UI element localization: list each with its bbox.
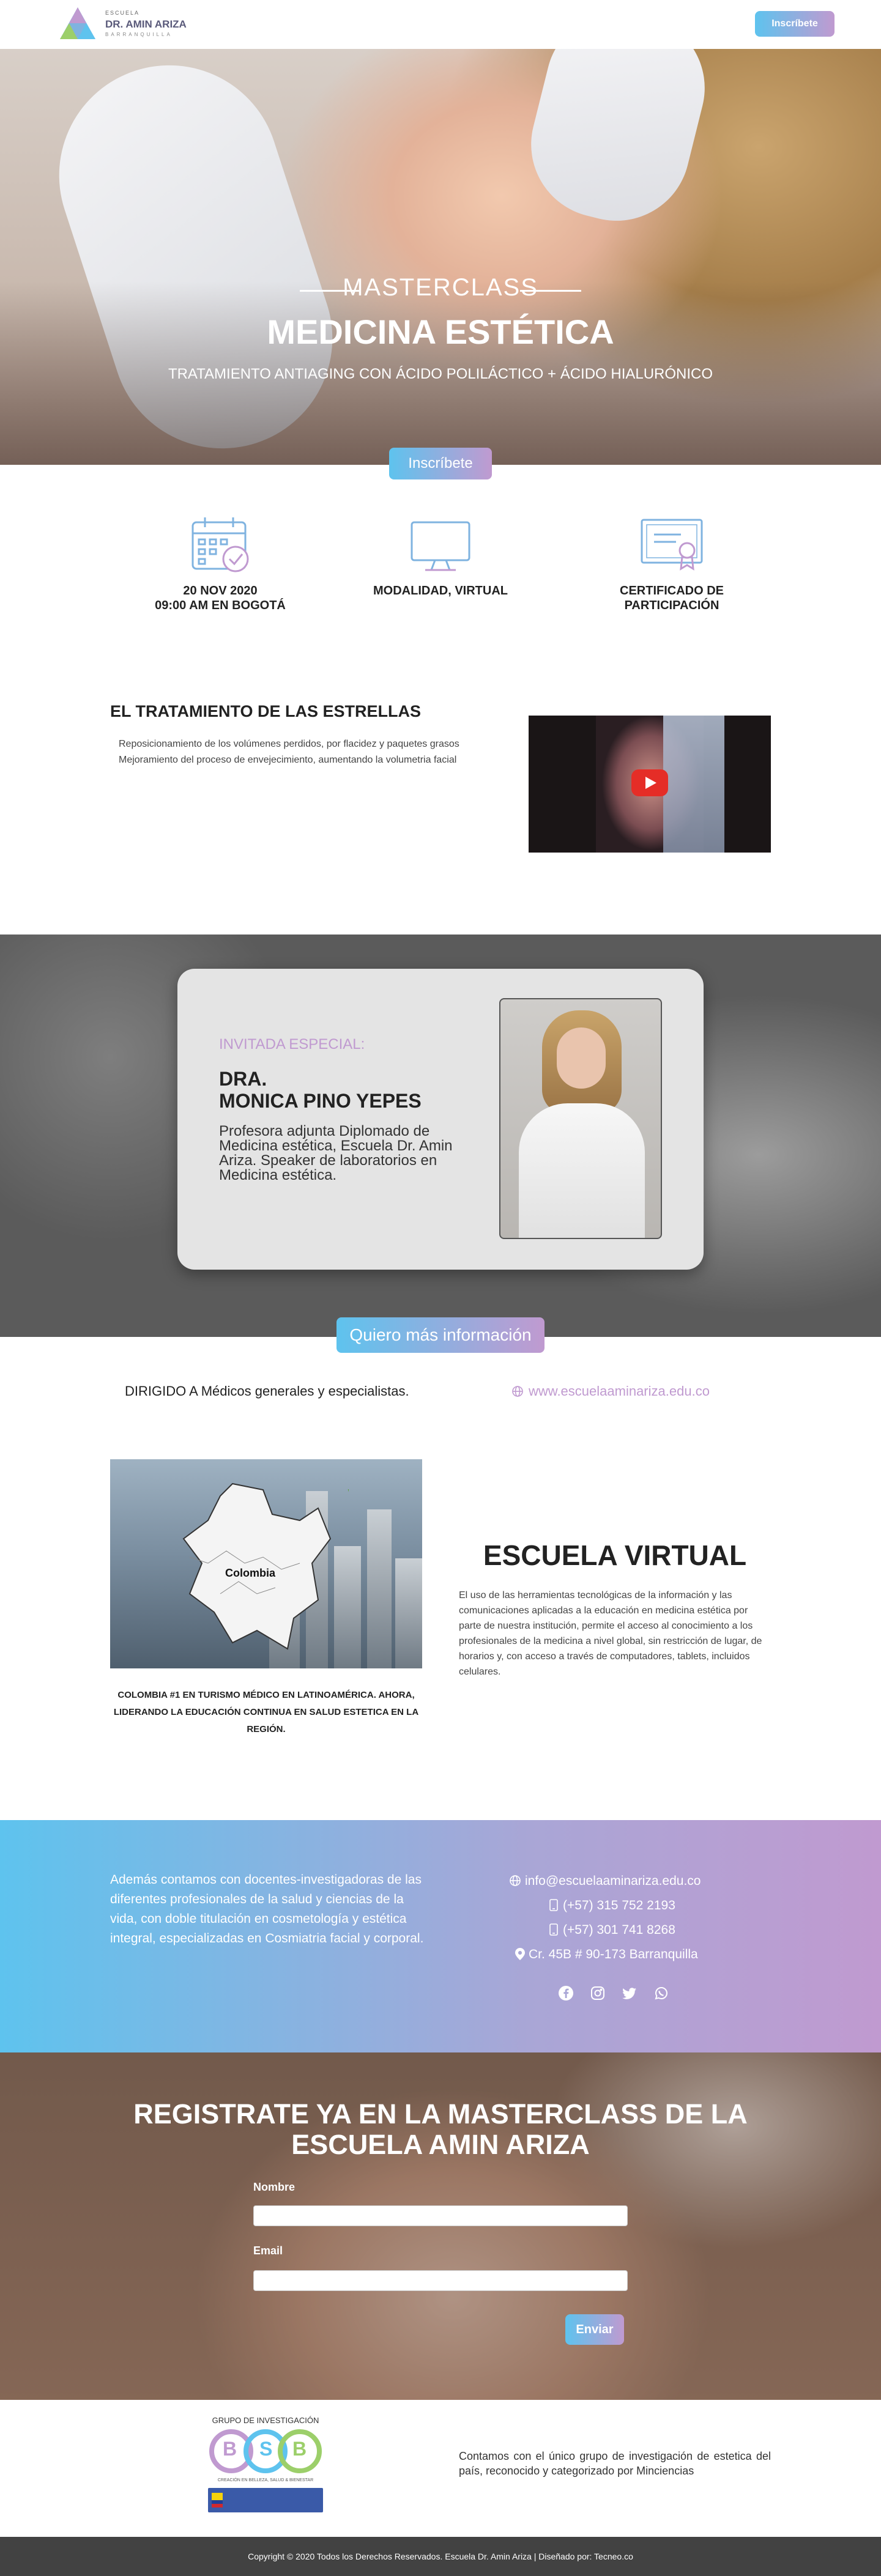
virtual-school-title: ESCUELA VIRTUAL — [483, 1539, 747, 1571]
research-group-text: Contamos con el único grupo de investiga… — [459, 2450, 771, 2477]
logo-main-text: DR. AMIN ARIZA — [105, 18, 187, 30]
bsb-tagline: CREACIÓN EN BELLEZA, SALUD & BIENESTAR — [217, 2478, 314, 2482]
whatsapp-icon[interactable] — [653, 1985, 669, 2001]
twitter-icon[interactable] — [622, 1985, 638, 2001]
treatment-item: Reposicionamiento de los volúmenes perdi… — [119, 739, 459, 749]
contact-address[interactable]: Cr. 45B # 90-173 Barranquilla — [515, 1947, 698, 1962]
contact-phone-1[interactable]: (+57) 315 752 2193 — [549, 1898, 675, 1913]
video-thumbnail-glove — [663, 716, 724, 853]
research-group-title: GRUPO DE INVESTIGACIÓN — [212, 2416, 319, 2425]
feature-date: 20 NOV 2020 09:00 AM EN BOGOTÁ — [122, 514, 318, 613]
contact-phone-2[interactable]: (+57) 301 741 8268 — [549, 1923, 675, 1938]
facebook-icon[interactable] — [558, 1985, 574, 2001]
register-title-line1: REGISTRATE YA EN LA MASTERCLASS DE LA — [133, 2098, 748, 2130]
instagram-icon[interactable] — [590, 1985, 606, 2001]
feature-modality-label: MODALIDAD, VIRTUAL — [373, 584, 508, 598]
guest-name-full: MONICA PINO YEPES — [219, 1090, 422, 1112]
logo[interactable]: ESCUELA DR. AMIN ARIZA BARRANQUILLA — [59, 6, 187, 42]
name-label: Nombre — [253, 2181, 296, 2193]
feature-date-line1: 20 NOV 2020 — [183, 584, 258, 598]
feature-certificate-line2: PARTICIPACIÓN — [624, 599, 719, 612]
mobile-phone-icon — [549, 1923, 558, 1936]
research-group-logo: GRUPO DE INVESTIGACIÓN B S B CREACIÓN EN… — [204, 2416, 327, 2520]
register-title-line2: ESCUELA AMIN ARIZA — [291, 2129, 590, 2160]
contact-email-text: info@escuelaaminariza.edu.co — [525, 1874, 701, 1888]
website-link-text: www.escuelaaminariza.edu.co — [529, 1383, 710, 1399]
site-footer: Copyright © 2020 Todos los Derechos Rese… — [0, 2537, 881, 2576]
play-icon[interactable] — [631, 769, 668, 796]
more-info-button[interactable]: Quiero más información — [336, 1317, 545, 1353]
bsb-letter-b1: B — [223, 2438, 237, 2460]
hero-subtitle: TRATAMIENTO ANTIAGING CON ÁCIDO POLILÁCT… — [168, 366, 713, 382]
treatment-list: Reposicionamiento de los volúmenes perdi… — [119, 736, 498, 768]
guest-name: DRA. MONICA PINO YEPES — [219, 1068, 422, 1112]
logo-small-text: ESCUELA — [105, 10, 140, 16]
mobile-phone-icon — [549, 1899, 558, 1911]
hero-banner — [0, 49, 881, 465]
building — [395, 1558, 422, 1668]
contact-phone-1-text: (+57) 315 752 2193 — [563, 1898, 675, 1912]
feature-date-line2: 09:00 AM EN BOGOTÁ — [155, 599, 286, 612]
hero-signup-button[interactable]: Inscríbete — [389, 448, 492, 479]
feature-modality: MODALIDAD, VIRTUAL — [343, 514, 538, 598]
contact-description: Además contamos con docentes-investigado… — [110, 1873, 424, 1945]
video-player[interactable] — [529, 716, 771, 853]
certificate-icon — [641, 519, 703, 571]
map-marker-icon — [515, 1948, 525, 1960]
name-field[interactable] — [253, 2205, 628, 2226]
guest-bio: Profesora adjunta Diplomado de Medicina … — [219, 1123, 453, 1183]
map-country-label: Colombia — [225, 1567, 276, 1579]
guest-photo-coat — [519, 1103, 645, 1238]
colombia-map-icon — [182, 1482, 349, 1650]
bsb-letter-s: S — [259, 2438, 273, 2460]
globe-icon — [510, 1875, 521, 1886]
hero-line-right — [520, 290, 581, 292]
feature-certificate: CERTIFICADO DE PARTICIPACIÓN — [574, 514, 770, 613]
guest-photo — [499, 998, 662, 1239]
hero-title: MEDICINA ESTÉTICA — [267, 313, 614, 351]
calendar-check-icon — [191, 517, 249, 572]
site-header: ESCUELA DR. AMIN ARIZA BARRANQUILLA Insc… — [0, 0, 881, 49]
treatment-item: Mejoramiento del proceso de envejecimien… — [119, 755, 457, 765]
submit-button[interactable]: Enviar — [565, 2314, 624, 2345]
bsb-letter-b2: B — [292, 2438, 307, 2460]
colombia-flag-icon — [212, 2493, 223, 2508]
feature-certificate-line1: CERTIFICADO DE — [620, 584, 724, 598]
hero-glove-right — [515, 49, 721, 237]
colombia-map-image: Colombia — [110, 1459, 422, 1668]
logo-triangle-icon — [60, 7, 95, 39]
website-link[interactable]: www.escuelaaminariza.edu.co — [511, 1383, 710, 1399]
globe-icon — [512, 1386, 523, 1397]
building — [367, 1509, 392, 1668]
contact-phone-2-text: (+57) 301 741 8268 — [563, 1923, 675, 1937]
email-label: Email — [253, 2245, 283, 2257]
register-title: REGISTRATE YA EN LA MASTERCLASS DE LA ES… — [0, 2099, 881, 2160]
header-signup-button[interactable]: Inscríbete — [755, 11, 835, 37]
map-caption: COLOMBIA #1 EN TURISMO MÉDICO EN LATINOA… — [113, 1690, 419, 1734]
treatment-title: EL TRATAMIENTO DE LAS ESTRELLAS — [110, 702, 422, 720]
email-field[interactable] — [253, 2270, 628, 2291]
aimed-at-text: DIRIGIDO A Médicos generales y especiali… — [125, 1383, 409, 1399]
guest-name-title: DRA. — [219, 1068, 267, 1090]
contact-address-text: Cr. 45B # 90-173 Barranquilla — [529, 1947, 698, 1961]
monitor-icon — [411, 521, 470, 571]
minciencias-badge — [208, 2488, 323, 2512]
guest-photo-face — [557, 1027, 606, 1089]
guest-kicker: INVITADA ESPECIAL: — [219, 1036, 365, 1053]
logo-city-text: BARRANQUILLA — [105, 32, 173, 37]
virtual-school-text: El uso de las herramientas tecnológicas … — [459, 1590, 762, 1677]
contact-email[interactable]: info@escuelaaminariza.edu.co — [509, 1874, 701, 1889]
hero-kicker: MASTERCLASS — [343, 274, 538, 301]
